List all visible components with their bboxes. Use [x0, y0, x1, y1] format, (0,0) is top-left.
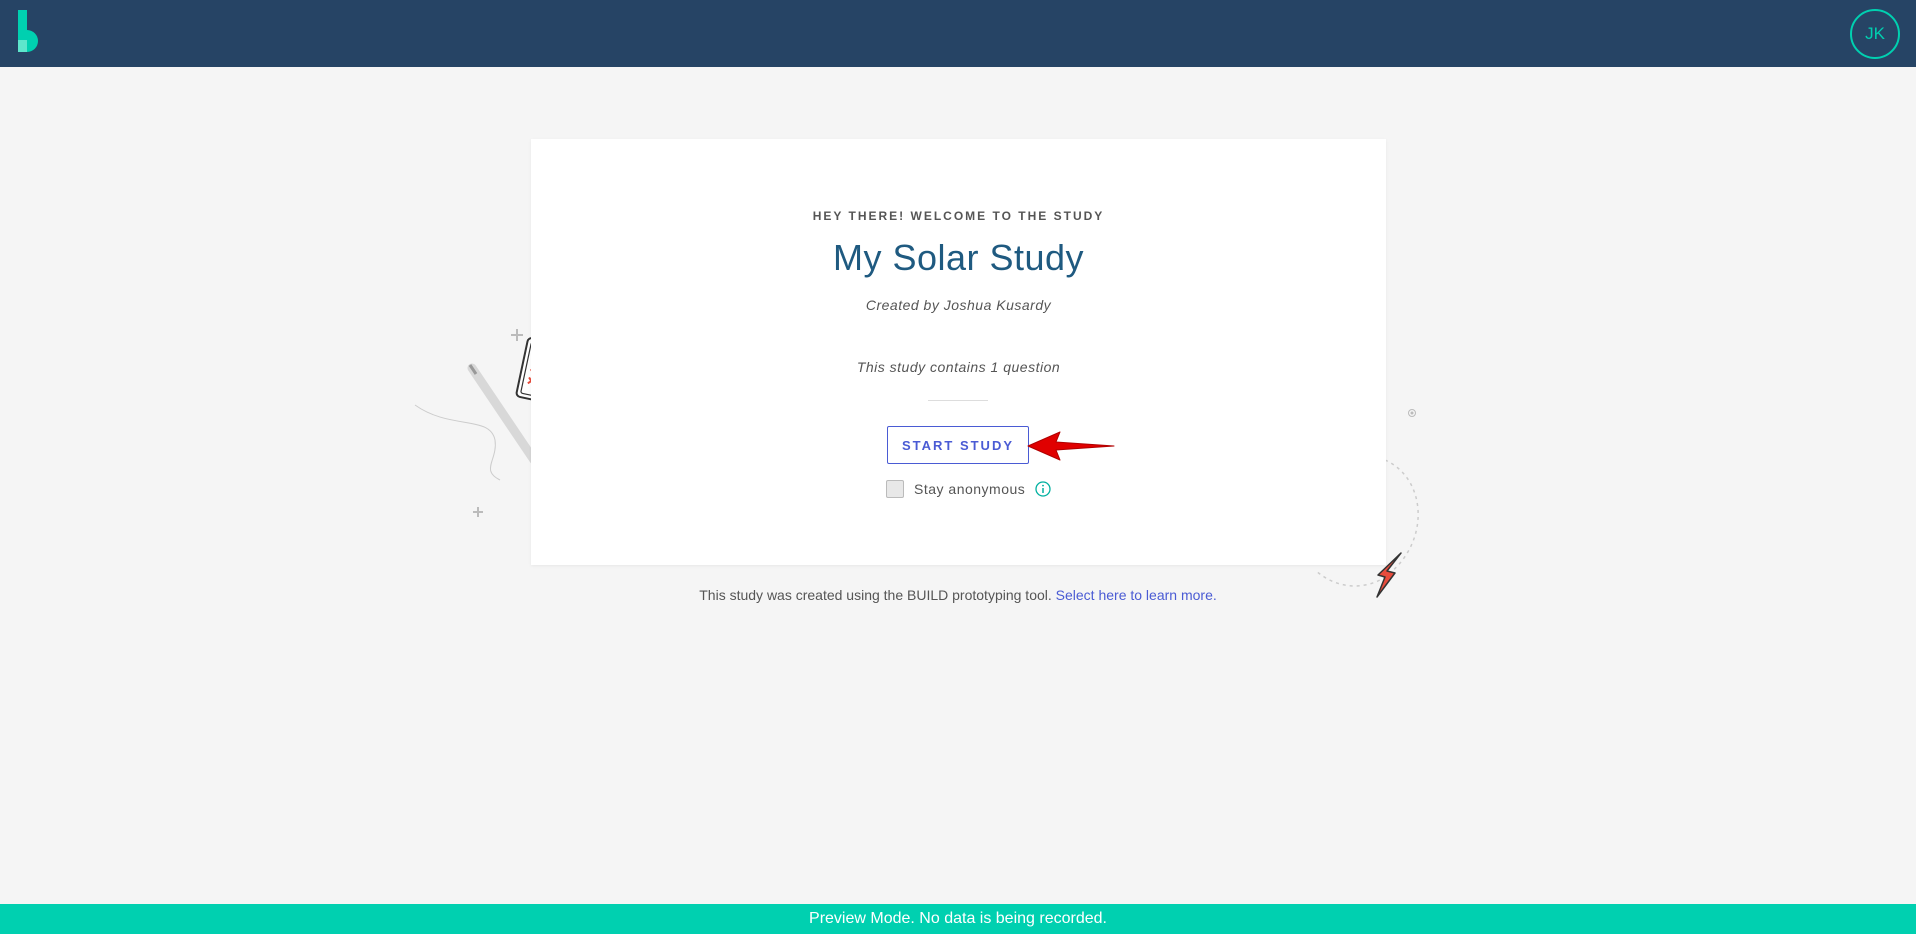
preview-mode-text: Preview Mode. No data is being recorded.	[809, 910, 1107, 927]
welcome-eyebrow: HEY THERE! WELCOME TO THE STUDY	[812, 209, 1105, 223]
divider	[928, 400, 988, 401]
build-tool-note-text: This study was created using the BUILD p…	[699, 587, 1052, 603]
user-avatar[interactable]: JK	[1850, 9, 1900, 59]
question-count: This study contains 1 question	[856, 359, 1061, 375]
preview-mode-banner: Preview Mode. No data is being recorded.	[0, 904, 1916, 934]
learn-more-link[interactable]: Select here to learn more.	[1056, 587, 1217, 603]
build-tool-note: This study was created using the BUILD p…	[0, 587, 1916, 603]
build-logo-icon[interactable]	[16, 10, 50, 52]
study-title: My Solar Study	[832, 237, 1085, 278]
study-creator: Created by Joshua Kusardy	[865, 297, 1052, 313]
start-study-button[interactable]: START STUDY	[887, 426, 1029, 464]
top-navigation-bar: JK	[0, 0, 1916, 67]
stay-anonymous-label[interactable]: Stay anonymous	[914, 481, 1025, 497]
plus-sparkle-icon	[511, 329, 523, 341]
study-welcome-card: HEY THERE! WELCOME TO THE STUDY My Solar…	[531, 139, 1386, 565]
stay-anonymous-row: Stay anonymous	[886, 479, 1051, 499]
plus-sparkle-icon	[473, 507, 483, 517]
info-icon[interactable]	[1035, 481, 1051, 497]
stay-anonymous-checkbox[interactable]	[886, 480, 904, 498]
red-arrow-annotation	[1027, 431, 1115, 461]
